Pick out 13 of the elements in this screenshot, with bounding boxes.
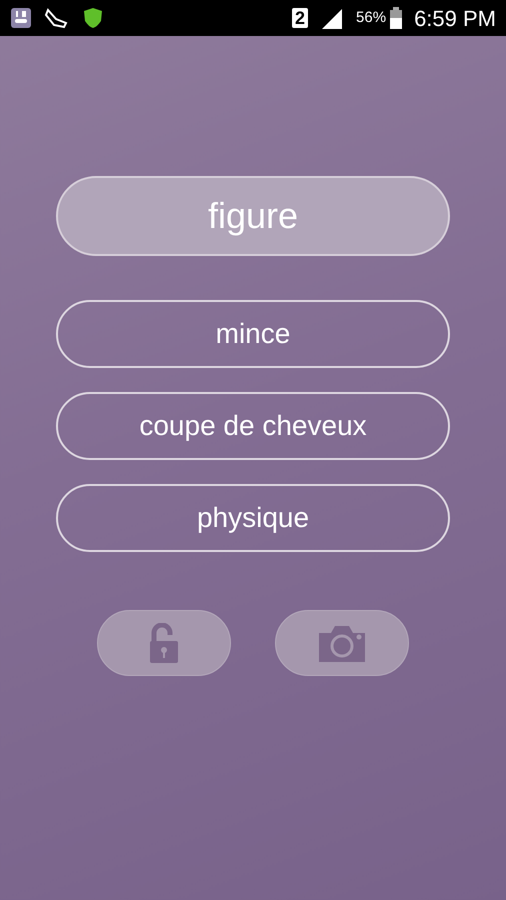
battery-percent: 56% — [356, 8, 386, 28]
answer-button[interactable]: physique — [56, 484, 450, 552]
sim-slot-badge: 2 — [292, 8, 308, 28]
lockscreen-app-icon — [10, 7, 32, 29]
battery-icon — [390, 7, 402, 29]
answer-button[interactable]: mince — [56, 300, 450, 368]
signal-icon — [320, 7, 344, 29]
shield-icon — [82, 7, 104, 29]
camera-icon — [317, 623, 367, 663]
answer-button[interactable]: coupe de cheveux — [56, 392, 450, 460]
word-card: figure — [56, 176, 450, 256]
clock: 6:59 PM — [414, 4, 496, 32]
open-padlock-icon — [148, 623, 180, 663]
